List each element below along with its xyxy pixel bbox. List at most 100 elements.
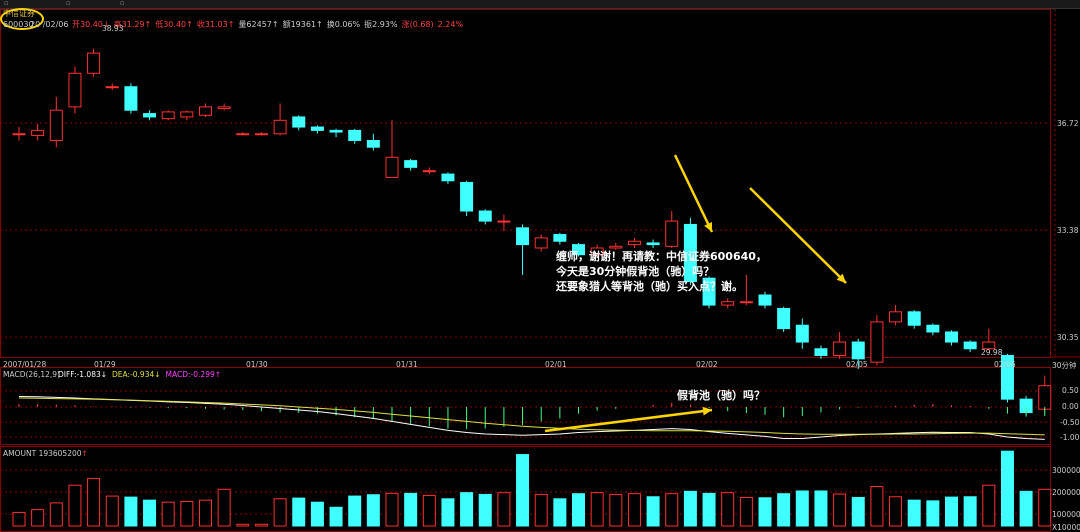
candle-body (907, 311, 921, 326)
amount-bar (777, 493, 791, 527)
time-axis-label: 01/29 (94, 360, 116, 369)
macd-axis-label: -0.50 (1060, 418, 1080, 427)
candle-body (366, 139, 380, 148)
macd-value: DEA:-0.934↓ (112, 370, 161, 379)
amount-bar (273, 498, 287, 527)
amount-bar (1019, 490, 1033, 527)
amount-axis-label: 200000 (1052, 488, 1080, 497)
time-axis-label: 01/30 (246, 360, 268, 369)
candle-body (1038, 385, 1052, 410)
candle-body (758, 294, 772, 306)
amount-bar (889, 496, 903, 527)
time-axis-label: 02/01 (545, 360, 567, 369)
candle-body (777, 307, 791, 330)
stock-name: 中信证券 (3, 9, 35, 18)
amount-label: AMOUNT 193605200↑ (3, 449, 88, 458)
candle-body (870, 321, 884, 363)
candle-body (49, 109, 63, 141)
candle-body (478, 210, 492, 222)
amount-bar (385, 492, 399, 527)
amount-bar (404, 492, 418, 527)
candle-body (404, 160, 418, 168)
amount-bar (460, 492, 474, 527)
price-axis-label: 36.72 (1057, 119, 1079, 128)
amount-bar (1038, 488, 1052, 527)
amount-bar (143, 499, 157, 527)
quote-item: 额19361↑ (282, 20, 323, 29)
candle-body (441, 173, 455, 182)
macd-axis-label: -1.00 (1060, 433, 1080, 442)
candle-body (180, 111, 194, 118)
amount-bar (366, 494, 380, 527)
quote-item: 2.24% (437, 20, 464, 29)
candle-body (310, 126, 324, 131)
candle-body (497, 220, 511, 223)
amount-bar (758, 497, 772, 527)
amount-bar (422, 494, 436, 527)
annotation-line: 还要象猎人等背池（驰）买入点？谢。 (556, 280, 743, 293)
period-label[interactable]: 30分钟 (1052, 360, 1077, 371)
candle-body (814, 348, 828, 356)
quote-item: 收31.03↑ (196, 20, 235, 29)
amount-axis-label: X10000 (1052, 523, 1080, 532)
candle-body (236, 133, 250, 136)
candle-body (217, 106, 231, 110)
candle-body (348, 129, 362, 141)
amount-bar (348, 495, 362, 527)
amount-bar (87, 477, 101, 527)
diff-line (18, 396, 1045, 440)
stock-code: 600030 (3, 20, 34, 29)
amount-bar (180, 501, 194, 527)
time-axis-label: 2007/01/28 (3, 360, 47, 369)
candle-body (739, 301, 753, 304)
candle-body (273, 119, 287, 135)
macd-value: MACD:-0.299↑ (165, 370, 222, 379)
amount-bar (945, 496, 958, 527)
main-panel-frame (0, 9, 1051, 358)
price-high-mark: 38.93 (102, 24, 124, 33)
candle-body (627, 240, 641, 246)
quote-item: 换0.06% (326, 20, 361, 29)
amount-bar (497, 492, 511, 527)
amount-bar (572, 493, 585, 527)
amount-bar (310, 501, 324, 527)
candle-body (609, 245, 623, 249)
amount-bar (1000, 450, 1014, 527)
amount-bar (49, 502, 63, 527)
kline-chart (0, 9, 1080, 532)
amount-bar (963, 496, 977, 527)
candle-body (422, 170, 436, 173)
candle-body (516, 227, 530, 246)
candle-body (68, 72, 82, 108)
time-axis-label: 02/05 (846, 360, 868, 369)
macd-axis-label: 0.00 (1062, 402, 1079, 411)
dea-line (18, 397, 1045, 436)
macd-value: DIFF:-1.083↓ (58, 370, 108, 379)
amount-bar (795, 490, 809, 527)
amount-bar (683, 490, 697, 527)
amount-bar (124, 496, 138, 527)
amount-arrow: ↑ (81, 449, 88, 458)
candle-body (795, 324, 809, 343)
quote-item: 低30.40↑ (155, 20, 193, 29)
amount-axis-label: 100000 (1052, 510, 1080, 519)
candle-body (143, 113, 157, 118)
amount-bar (926, 500, 940, 527)
amount-bar (814, 490, 828, 527)
amount-axis-label: 300000 (1052, 466, 1080, 475)
amount-bar (646, 496, 660, 527)
quote-date: 20 /02/06 (30, 20, 69, 29)
annotation-line: 今天是30分钟假背池（驰）吗？ (556, 265, 715, 278)
amount-bar (851, 496, 865, 527)
amount-bar (329, 506, 343, 527)
annotation-line: 缠师，谢谢！再请教：中信证券600640， (556, 250, 767, 263)
candle-body (124, 86, 138, 111)
amount-bar (870, 486, 884, 527)
candle-body (963, 341, 977, 350)
price-axis-label: 33.38 (1057, 226, 1079, 235)
amount-bar (702, 492, 716, 527)
candle-body (889, 311, 903, 323)
amount-bar (553, 498, 567, 527)
time-axis-label: 02/06 (994, 360, 1016, 369)
amount-bar (721, 492, 735, 527)
